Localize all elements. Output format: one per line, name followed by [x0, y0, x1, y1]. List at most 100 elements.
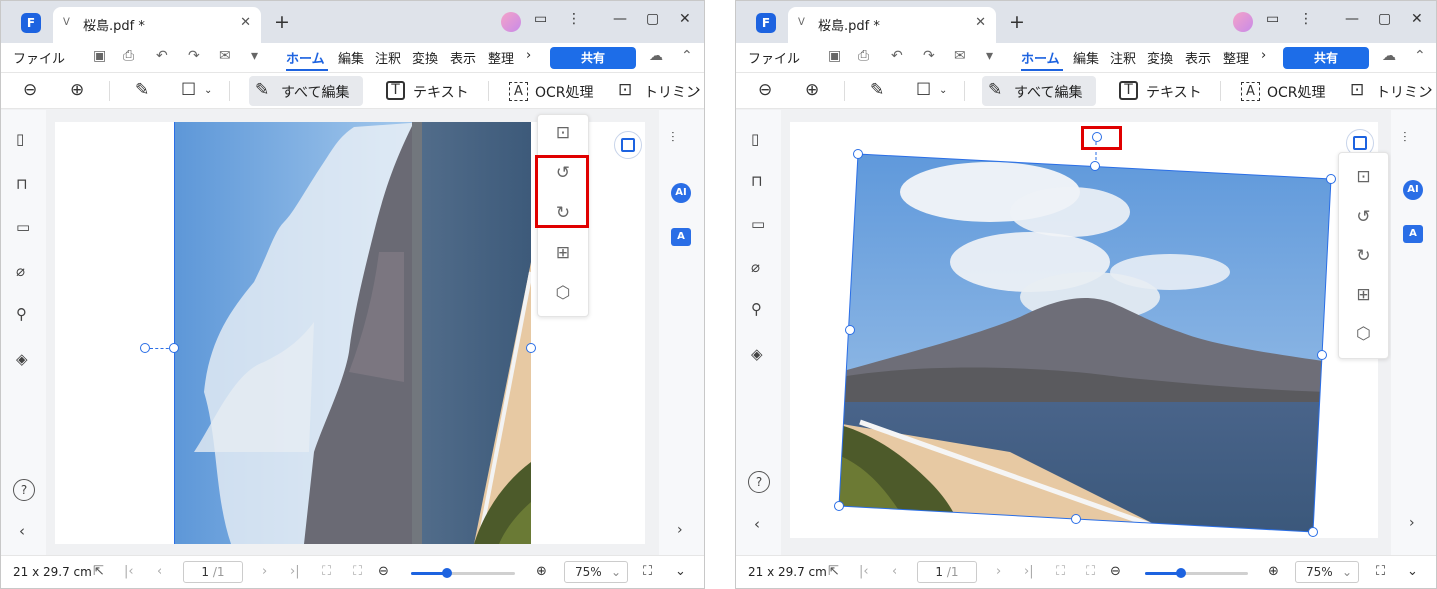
expand-panel-icon[interactable]: › — [1409, 515, 1415, 531]
zoom-slider[interactable] — [1145, 568, 1248, 578]
fit-width-icon[interactable]: ⛶ — [353, 564, 362, 579]
tab-close-icon[interactable]: ✕ — [240, 15, 251, 30]
more-options-icon[interactable]: ⋮ — [1299, 11, 1313, 27]
fit-page-icon[interactable]: ⛶ — [1056, 564, 1065, 579]
last-page-icon[interactable]: ›| — [290, 564, 300, 579]
resize-handle-left[interactable] — [845, 325, 855, 335]
resize-handle-left[interactable] — [169, 343, 179, 353]
prev-page-icon[interactable]: ‹ — [892, 564, 897, 579]
menu-more-icon[interactable]: › — [1261, 48, 1266, 63]
ai-assistant-icon[interactable]: AI — [1403, 180, 1423, 200]
redo-icon[interactable]: ↷ — [923, 48, 935, 64]
attachment-icon[interactable]: ⌀ — [751, 258, 760, 276]
avatar[interactable] — [1233, 12, 1253, 32]
resize-handle-top-left[interactable] — [853, 149, 863, 159]
status-zoom-out-icon[interactable]: ⊖ — [1110, 564, 1121, 579]
share-button[interactable]: 共有 — [550, 47, 636, 69]
redo-icon[interactable]: ↷ — [188, 48, 200, 64]
avatar[interactable] — [501, 12, 521, 32]
last-page-icon[interactable]: ›| — [1024, 564, 1034, 579]
zoom-out-icon[interactable]: ⊖ — [23, 80, 37, 100]
text-box-icon[interactable]: T — [386, 81, 405, 100]
replace-image-icon[interactable]: ⊞ — [538, 243, 588, 263]
resize-handle-bottom-right[interactable] — [1308, 527, 1318, 537]
zoom-select[interactable]: 75% ⌄ — [564, 561, 628, 583]
tab-chevron-icon[interactable]: ᐯ — [798, 17, 805, 28]
volcano-photo-tilted[interactable] — [790, 122, 1378, 538]
status-more-icon[interactable]: ⌄ — [675, 564, 686, 579]
collapse-ribbon-icon[interactable]: ⌃ — [1414, 48, 1426, 64]
undo-icon[interactable]: ↶ — [891, 48, 903, 64]
cursor-select-icon[interactable]: ⇱ — [828, 564, 839, 579]
upload-cloud-icon[interactable]: ☁ — [1382, 48, 1396, 64]
settings-icon[interactable]: ⫶ — [1403, 130, 1407, 146]
fullscreen-icon[interactable]: ⛶ — [643, 564, 652, 579]
page-thumbnail-icon[interactable]: ▯ — [751, 130, 759, 148]
tab-chevron-icon[interactable]: ᐯ — [63, 17, 70, 28]
next-page-icon[interactable]: › — [262, 564, 267, 579]
share-button[interactable]: 共有 — [1283, 47, 1369, 69]
minimize-button[interactable]: — — [1345, 11, 1359, 27]
replace-image-icon[interactable]: ⊞ — [1339, 285, 1388, 305]
bookmark-icon[interactable]: ⊓ — [751, 172, 763, 190]
rectangle-icon[interactable]: ☐ — [916, 80, 931, 100]
print-icon[interactable]: ⎙ — [858, 48, 869, 64]
first-page-icon[interactable]: |‹ — [124, 564, 134, 579]
document-tab[interactable]: ᐯ 桜島.pdf * ✕ — [788, 7, 996, 43]
tab-convert[interactable]: 変換 — [412, 48, 438, 67]
highlighter-icon[interactable]: ✎ — [135, 80, 149, 100]
zoom-slider-knob[interactable] — [442, 568, 452, 578]
prev-page-icon[interactable]: ‹ — [157, 564, 162, 579]
maximize-button[interactable]: ▢ — [646, 11, 659, 27]
zoom-select[interactable]: 75% ⌄ — [1295, 561, 1359, 583]
text-box-icon[interactable]: T — [1119, 81, 1138, 100]
dropdown-icon[interactable]: ▾ — [986, 48, 993, 64]
help-icon[interactable]: ? — [748, 471, 770, 493]
mail-icon[interactable]: ✉ — [219, 48, 231, 64]
edit-all-button[interactable]: ✎ すべて編集 — [249, 76, 363, 106]
extract-image-icon[interactable]: ⬡ — [1339, 324, 1388, 344]
trim-icon[interactable]: ⊡ — [1350, 80, 1364, 100]
comment-icon[interactable]: ▭ — [751, 215, 765, 233]
minimize-button[interactable]: — — [613, 11, 627, 27]
cursor-select-icon[interactable]: ⇱ — [93, 564, 104, 579]
tab-view[interactable]: 表示 — [1185, 48, 1211, 67]
layers-icon[interactable]: ◈ — [16, 350, 28, 368]
close-window-button[interactable]: ✕ — [1411, 11, 1423, 27]
status-zoom-out-icon[interactable]: ⊖ — [378, 564, 389, 579]
maximize-button[interactable]: ▢ — [1378, 11, 1391, 27]
toolbar-more-icon[interactable]: › — [1427, 82, 1433, 98]
page-number-field[interactable]: 1 /1 — [917, 561, 977, 583]
resize-handle-top[interactable] — [1090, 161, 1100, 171]
rotated-image[interactable] — [174, 122, 531, 544]
rotate-left-icon[interactable]: ↺ — [1339, 207, 1388, 227]
save-icon[interactable]: ▣ — [828, 48, 841, 64]
extract-image-icon[interactable]: ⬡ — [538, 283, 588, 303]
ai-assistant-icon[interactable]: AI — [671, 183, 691, 203]
fit-width-icon[interactable]: ⛶ — [1086, 564, 1095, 579]
expand-panel-icon[interactable]: › — [677, 522, 683, 538]
page-number-field[interactable]: 1 /1 — [183, 561, 243, 583]
close-window-button[interactable]: ✕ — [679, 11, 691, 27]
tab-edit[interactable]: 編集 — [338, 48, 364, 67]
resize-handle-right[interactable] — [526, 343, 536, 353]
attachment-icon[interactable]: ⌀ — [16, 262, 25, 280]
menu-more-icon[interactable]: › — [526, 48, 531, 63]
status-more-icon[interactable]: ⌄ — [1407, 564, 1418, 579]
tab-comment[interactable]: 注釈 — [1110, 48, 1136, 67]
search-icon[interactable]: ⚲ — [751, 300, 762, 318]
menu-file[interactable]: ファイル — [13, 48, 65, 67]
translate-icon[interactable]: A — [671, 228, 691, 246]
help-icon[interactable]: ? — [13, 479, 35, 501]
toolbar-more-icon[interactable]: › — [695, 82, 701, 98]
document-tab[interactable]: ᐯ 桜島.pdf * ✕ — [53, 7, 261, 43]
resize-handle-top-right[interactable] — [1326, 174, 1336, 184]
layers-icon[interactable]: ◈ — [751, 345, 763, 363]
text-tool-label[interactable]: テキスト — [1146, 82, 1202, 102]
rotate-handle[interactable] — [140, 343, 150, 353]
chevron-down-icon[interactable]: ⌄ — [939, 85, 947, 96]
settings-icon[interactable]: ⫶ — [671, 130, 675, 146]
comment-icon[interactable]: ▭ — [16, 218, 30, 236]
rotate-right-icon[interactable]: ↻ — [1339, 246, 1388, 266]
collapse-sidebar-icon[interactable]: ‹ — [19, 522, 25, 540]
